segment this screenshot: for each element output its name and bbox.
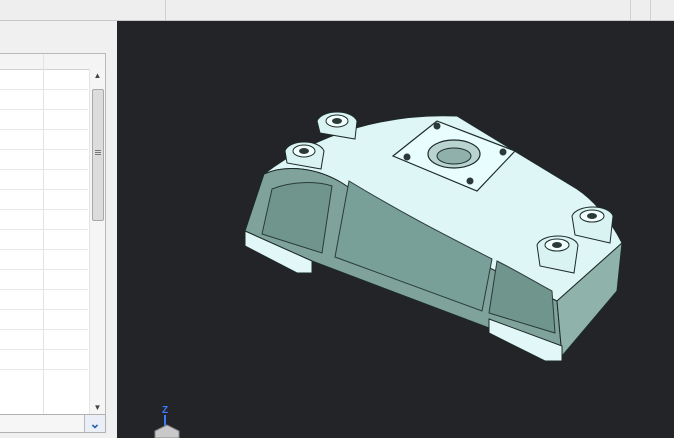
toolbar-separator xyxy=(650,0,651,20)
scroll-up-icon[interactable]: ▲ xyxy=(90,69,105,83)
property-grid-row[interactable] xyxy=(0,230,88,250)
property-grid-row[interactable] xyxy=(0,130,88,150)
chevron-down-icon[interactable]: ⌄ xyxy=(84,415,105,432)
grip-icon xyxy=(95,150,101,151)
scroll-down-icon[interactable]: ▼ xyxy=(90,401,105,415)
property-grid-row[interactable] xyxy=(0,70,88,90)
selection-combo[interactable]: ⌄ xyxy=(0,414,106,433)
toolbar-separator xyxy=(630,0,631,20)
property-grid-row[interactable] xyxy=(0,350,88,370)
3d-viewport[interactable]: Z xyxy=(117,21,674,438)
property-grid-row[interactable] xyxy=(0,250,88,270)
property-grid: ▲ ▼ xyxy=(0,53,106,417)
property-grid-row[interactable] xyxy=(0,90,88,110)
z-axis-label: Z xyxy=(162,405,169,416)
model-bolt-hole xyxy=(433,122,441,130)
model-canvas[interactable] xyxy=(117,21,674,438)
model-bolt-hole xyxy=(499,148,507,156)
scrollbar-thumb[interactable] xyxy=(92,89,104,221)
model-bolt-hole xyxy=(466,177,474,185)
property-grid-scrollbar[interactable]: ▲ ▼ xyxy=(89,69,105,415)
property-grid-row[interactable] xyxy=(0,210,88,230)
model-boss-hole-inner xyxy=(436,147,472,165)
model-lug xyxy=(316,111,358,140)
model-bolt-hole xyxy=(403,153,411,161)
property-grid-header xyxy=(0,54,105,70)
property-grid-row[interactable] xyxy=(0,170,88,190)
property-grid-row[interactable] xyxy=(0,310,88,330)
property-grid-row[interactable] xyxy=(0,330,88,350)
left-panel: ▲ ▼ ⌄ xyxy=(0,21,117,438)
toolbar-separator xyxy=(165,0,166,20)
triad-cube xyxy=(154,424,180,438)
property-grid-row[interactable] xyxy=(0,150,88,170)
property-grid-row[interactable] xyxy=(0,190,88,210)
property-grid-row[interactable] xyxy=(0,290,88,310)
top-toolbar xyxy=(0,0,674,21)
property-grid-row[interactable] xyxy=(0,270,88,290)
property-grid-row[interactable] xyxy=(0,110,88,130)
